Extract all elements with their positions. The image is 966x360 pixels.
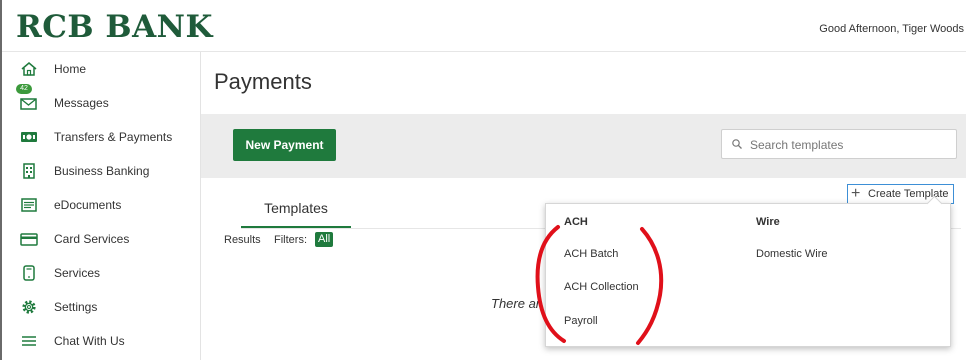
payments-toolbar: New Payment: [201, 114, 966, 178]
menu-lines-icon: [22, 336, 36, 346]
sidebar-item-edocuments[interactable]: eDocuments: [2, 190, 200, 220]
page-title: Payments: [214, 69, 312, 94]
dropdown-header-wire: Wire: [756, 216, 780, 228]
sidebar-item-business-banking[interactable]: Business Banking: [2, 156, 200, 186]
sidebar-item-messages[interactable]: 42 Messages: [2, 84, 200, 118]
bank-logo[interactable]: RCB BANK: [16, 9, 213, 45]
create-template-dropdown: ACH Wire ACH Batch ACH Collection Payrol…: [545, 195, 951, 347]
sidebar-item-label: Messages: [54, 96, 109, 110]
dropdown-item-domestic-wire[interactable]: Domestic Wire: [756, 248, 828, 260]
sidebar-item-label: Home: [54, 62, 87, 76]
sidebar-item-transfers[interactable]: Transfers & Payments: [2, 122, 200, 152]
dropdown-header-ach: ACH: [564, 216, 588, 228]
empty-state-text: There ar: [491, 296, 541, 311]
top-header: RCB BANK Good Afternoon, Tiger Woods: [2, 0, 966, 52]
plus-icon: +: [851, 185, 861, 202]
search-box[interactable]: [721, 129, 957, 159]
sidebar-item-card-services[interactable]: Card Services: [2, 224, 200, 254]
envelope-icon: [20, 98, 37, 110]
new-payment-button[interactable]: New Payment: [233, 129, 336, 161]
tab-templates[interactable]: Templates: [241, 200, 351, 228]
sidebar-item-chat[interactable]: Chat With Us: [2, 326, 200, 356]
building-icon: [23, 163, 35, 179]
sidebar-item-home[interactable]: Home: [2, 54, 200, 84]
gear-icon: [22, 300, 36, 314]
sidebar-item-label: Card Services: [54, 232, 130, 246]
sidebar-item-services[interactable]: Services: [2, 258, 200, 288]
tab-templates-label: Templates: [264, 200, 328, 216]
sidebar-item-label: Transfers & Payments: [54, 130, 173, 144]
sidebar-nav: Home 42 Messages Transfers & Payments Bu…: [2, 52, 201, 360]
messages-badge: 42: [16, 84, 32, 94]
home-icon: [21, 62, 37, 76]
dropdown-item-payroll[interactable]: Payroll: [564, 315, 598, 327]
credit-card-icon: [20, 233, 38, 246]
document-icon: [21, 198, 37, 212]
sidebar-item-label: eDocuments: [54, 198, 122, 212]
sidebar-item-label: Chat With Us: [54, 334, 125, 348]
greeting-text: Good Afternoon, Tiger Woods: [819, 23, 964, 35]
results-label: Results: [224, 234, 261, 246]
search-icon: [732, 139, 742, 149]
sidebar-item-label: Services: [54, 266, 101, 280]
filter-chip-all[interactable]: All: [315, 232, 334, 247]
dropdown-item-ach-batch[interactable]: ACH Batch: [564, 248, 618, 260]
sidebar-item-settings[interactable]: Settings: [2, 292, 200, 322]
sidebar-item-label: Business Banking: [54, 164, 150, 178]
sidebar-item-label: Settings: [54, 300, 98, 314]
filters-label: Filters:: [274, 234, 307, 246]
phone-icon: [23, 265, 35, 281]
money-icon: [21, 132, 37, 142]
dropdown-item-ach-collection[interactable]: ACH Collection: [564, 281, 639, 293]
search-input[interactable]: [748, 134, 952, 156]
